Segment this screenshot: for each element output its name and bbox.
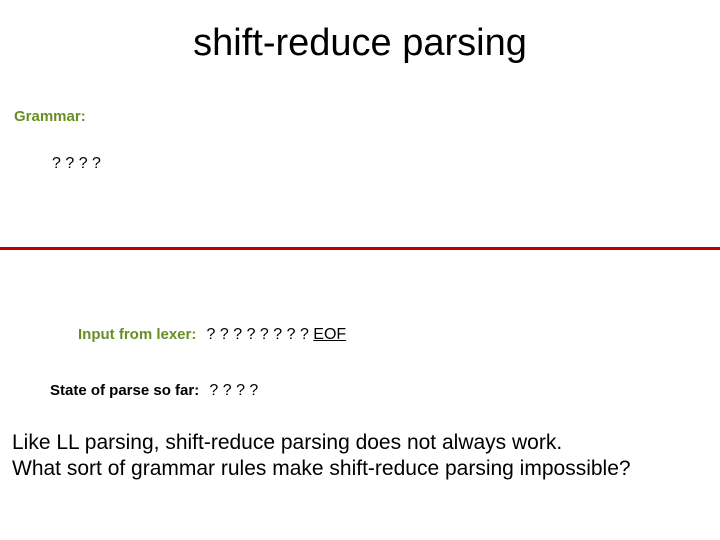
body-line-2: What sort of grammar rules make shift-re…: [12, 456, 631, 482]
state-value: ? ? ? ?: [203, 382, 258, 399]
slide: shift-reduce parsing Grammar: ? ? ? ? In…: [0, 0, 720, 540]
state-row: State of parse so far: ? ? ? ?: [50, 382, 258, 400]
input-row: Input from lexer: ? ? ? ? ? ? ? ? EOF: [78, 326, 346, 344]
divider-line: [0, 247, 720, 250]
input-label: Input from lexer:: [78, 326, 196, 343]
slide-title: shift-reduce parsing: [0, 0, 720, 65]
state-label: State of parse so far:: [50, 382, 199, 399]
input-eof: EOF: [313, 326, 346, 343]
input-value: ? ? ? ? ? ? ? ? EOF: [201, 326, 347, 343]
body-line-1: Like LL parsing, shift-reduce parsing do…: [12, 430, 631, 456]
grammar-label: Grammar:: [14, 108, 86, 125]
input-prefix: ? ? ? ? ? ? ? ?: [207, 326, 314, 343]
body-text: Like LL parsing, shift-reduce parsing do…: [12, 430, 631, 483]
grammar-content: ? ? ? ?: [52, 155, 101, 173]
